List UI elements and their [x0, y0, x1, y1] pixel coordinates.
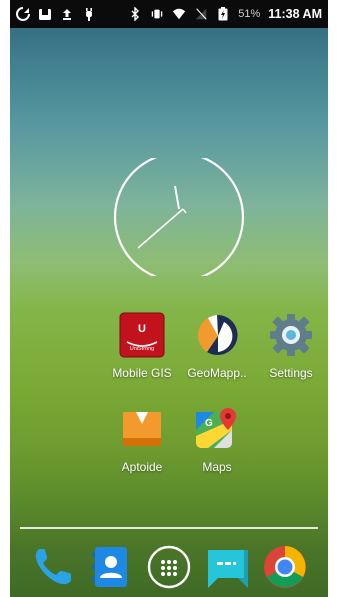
app-mobile-gis[interactable]: U UniStrong Mobile GIS: [104, 312, 180, 392]
screen-frame: [0, 0, 338, 597]
status-bar-left: [16, 7, 96, 21]
dock-divider: [20, 527, 318, 529]
maps-icon: G: [196, 408, 236, 448]
contacts-icon[interactable]: [88, 544, 134, 590]
clock-hour-hand: [174, 185, 180, 210]
no-signal-icon: [194, 7, 208, 21]
app-label: Maps: [202, 460, 232, 474]
analog-clock-widget[interactable]: [113, 158, 245, 276]
app-geomapper[interactable]: GeoMapp..: [179, 312, 255, 392]
dock: [10, 538, 328, 596]
battery-charging-icon: [216, 7, 230, 21]
svg-text:UniStrong: UniStrong: [130, 346, 154, 352]
svg-text:U: U: [138, 323, 146, 335]
bluetooth-icon: [128, 7, 142, 21]
clock-time: 11:38 AM: [268, 7, 322, 21]
status-bar-right: 51% 11:38 AM: [128, 7, 322, 21]
gear-icon: [270, 314, 312, 356]
phone-icon[interactable]: [30, 544, 76, 590]
app-settings[interactable]: Settings: [253, 312, 329, 392]
unistrong-notification-icon: [38, 7, 52, 21]
vibrate-icon: [150, 7, 164, 21]
mobile-gis-icon: U UniStrong: [119, 312, 165, 358]
app-label: Mobile GIS: [112, 366, 172, 380]
app-label: GeoMapp..: [187, 366, 247, 380]
sync-icon: [16, 7, 30, 21]
aptoide-icon: [123, 412, 161, 446]
messages-icon[interactable]: [204, 544, 250, 590]
clock-minute-hand: [137, 208, 184, 249]
status-bar: 51% 11:38 AM: [10, 0, 328, 28]
app-label: Settings: [269, 366, 313, 380]
app-label: Aptoide: [121, 460, 163, 474]
chrome-icon[interactable]: [262, 544, 308, 590]
apps-grid-icon[interactable]: [146, 544, 192, 590]
app-maps[interactable]: G Maps: [179, 406, 255, 486]
clock-second-hand: [182, 208, 187, 214]
battery-percent: 51%: [238, 8, 261, 20]
usb-debug-icon: [82, 7, 96, 21]
app-aptoide[interactable]: Aptoide: [104, 406, 180, 486]
svg-text:G: G: [205, 418, 213, 429]
wifi-icon: [172, 7, 186, 21]
upload-icon: [60, 7, 74, 21]
geomapper-icon: [198, 314, 238, 355]
